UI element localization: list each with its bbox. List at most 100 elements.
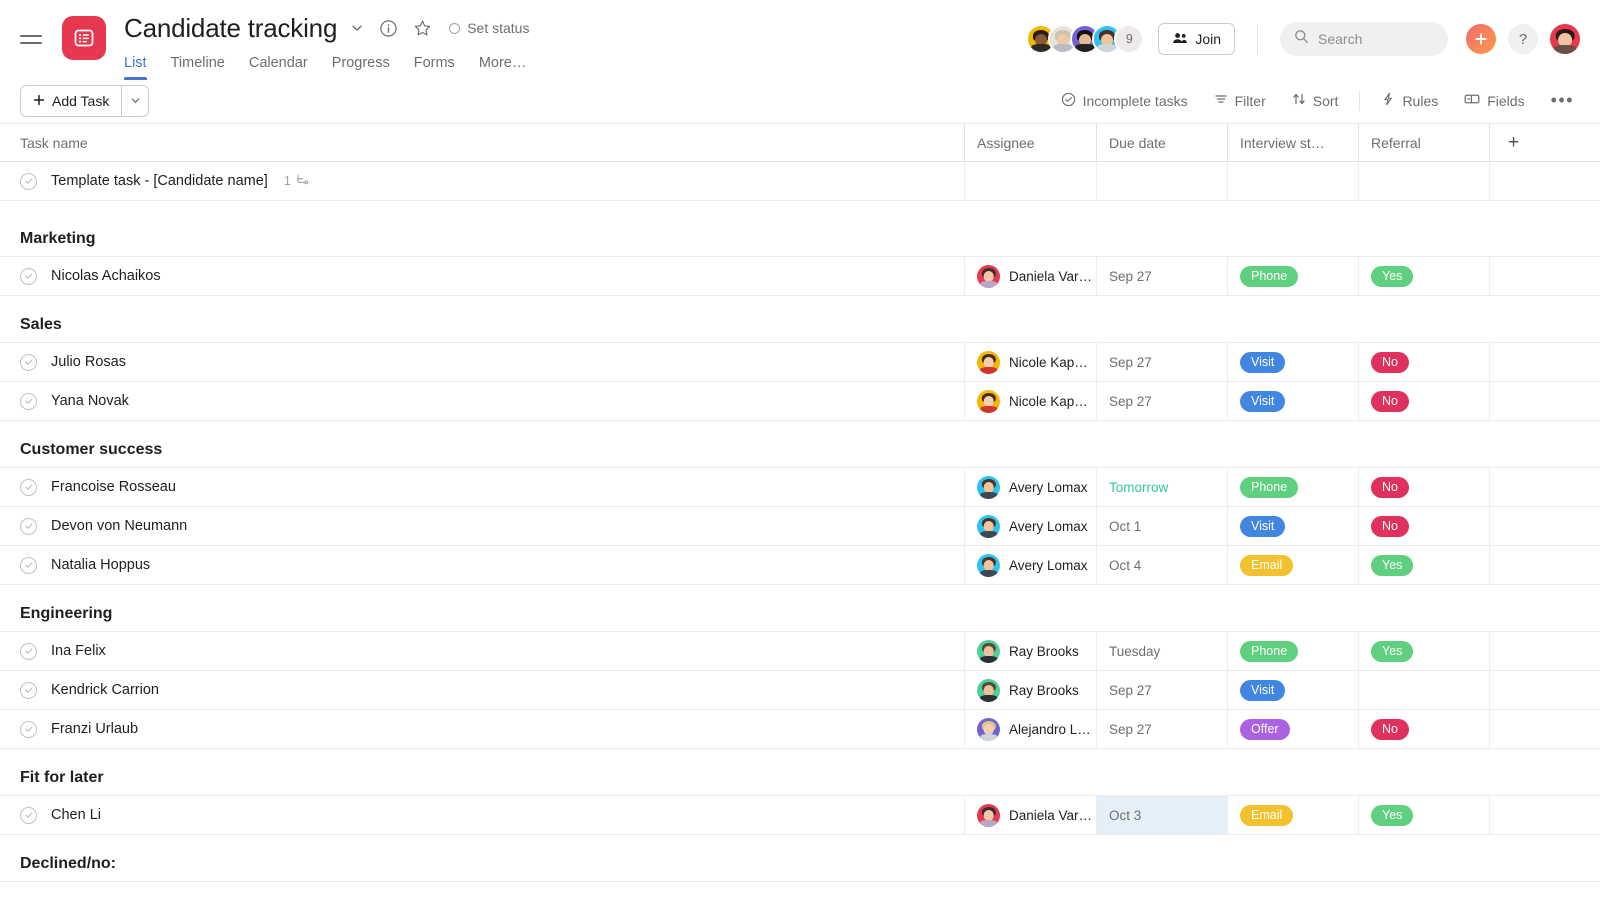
referral-cell[interactable]: No <box>1359 343 1490 381</box>
table-row[interactable]: Devon von Neumann Avery Lomax Oct 1 Visit No <box>0 507 1600 546</box>
interview-status-cell[interactable] <box>1228 162 1359 200</box>
referral-cell[interactable]: Yes <box>1359 257 1490 295</box>
due-date-cell[interactable]: Sep 27 <box>1097 382 1228 420</box>
interview-status-cell[interactable]: Phone <box>1228 468 1359 506</box>
column-header-due-date[interactable]: Due date <box>1097 124 1228 161</box>
add-column-button[interactable]: + <box>1490 124 1600 161</box>
task-name-cell[interactable]: Ina Felix <box>0 632 965 670</box>
task-name-cell[interactable]: Julio Rosas <box>0 343 965 381</box>
task-name-cell[interactable]: Template task - [Candidate name] 1 <box>0 162 965 200</box>
complete-task-icon[interactable] <box>20 720 37 738</box>
star-icon[interactable] <box>411 17 433 39</box>
tab-calendar[interactable]: Calendar <box>249 55 308 80</box>
table-row[interactable]: Francoise Rosseau Avery Lomax Tomorrow Phon… <box>0 468 1600 507</box>
member-avatars[interactable]: 9 <box>1026 24 1145 54</box>
referral-cell[interactable]: No <box>1359 382 1490 420</box>
interview-status-cell[interactable]: Visit <box>1228 507 1359 545</box>
table-row[interactable]: Template task - [Candidate name] 1 <box>0 162 1600 201</box>
account-avatar[interactable] <box>1550 24 1580 54</box>
table-row[interactable]: Chen Li Daniela Var… Oct 3 Email Yes <box>0 796 1600 835</box>
referral-cell[interactable]: No <box>1359 468 1490 506</box>
table-row[interactable]: Natalia Hoppus Avery Lomax Oct 4 Email Yes <box>0 546 1600 585</box>
section-header[interactable]: Sales <box>0 296 1600 343</box>
interview-status-cell[interactable]: Phone <box>1228 257 1359 295</box>
table-row[interactable]: Nicolas Achaikos Daniela Var… Sep 27 Phone Y… <box>0 257 1600 296</box>
due-date-cell[interactable]: Oct 3 <box>1097 796 1228 834</box>
section-header[interactable]: Declined/no: <box>0 835 1600 882</box>
interview-status-cell[interactable]: Offer <box>1228 710 1359 748</box>
referral-cell[interactable]: No <box>1359 710 1490 748</box>
list-project-icon[interactable] <box>62 16 106 60</box>
complete-task-icon[interactable] <box>20 681 37 699</box>
table-row[interactable]: Kendrick Carrion Ray Brooks Sep 27 Visit <box>0 671 1600 710</box>
due-date-cell[interactable]: Sep 27 <box>1097 710 1228 748</box>
due-date-cell[interactable]: Sep 27 <box>1097 257 1228 295</box>
column-header-assignee[interactable]: Assignee <box>965 124 1097 161</box>
hamburger-icon[interactable] <box>20 26 46 52</box>
table-row[interactable]: Julio Rosas Nicole Kap… Sep 27 Visit No <box>0 343 1600 382</box>
task-name-cell[interactable]: Natalia Hoppus <box>0 546 965 584</box>
complete-task-icon[interactable] <box>20 642 37 660</box>
assignee-cell[interactable]: Avery Lomax <box>965 468 1097 506</box>
info-circle-icon[interactable] <box>377 17 399 39</box>
complete-task-icon[interactable] <box>20 517 37 535</box>
tab-forms[interactable]: Forms <box>414 55 455 80</box>
assignee-cell[interactable]: Daniela Var… <box>965 796 1097 834</box>
table-row[interactable]: Yana Novak Nicole Kap… Sep 27 Visit No <box>0 382 1600 421</box>
section-header[interactable]: Fit for later <box>0 749 1600 796</box>
interview-status-cell[interactable]: Visit <box>1228 382 1359 420</box>
assignee-cell[interactable]: Avery Lomax <box>965 507 1097 545</box>
sort-button[interactable]: Sort <box>1279 86 1352 116</box>
due-date-cell[interactable]: Oct 1 <box>1097 507 1228 545</box>
assignee-cell[interactable]: Nicole Kap… <box>965 343 1097 381</box>
section-header[interactable]: Engineering <box>0 585 1600 632</box>
section-header[interactable]: Marketing <box>0 201 1600 257</box>
join-button[interactable]: Join <box>1158 23 1235 55</box>
column-header-interview-status[interactable]: Interview st… <box>1228 124 1359 161</box>
interview-status-cell[interactable]: Phone <box>1228 632 1359 670</box>
tab-list[interactable]: List <box>124 55 147 80</box>
interview-status-cell[interactable]: Email <box>1228 796 1359 834</box>
referral-cell[interactable]: Yes <box>1359 632 1490 670</box>
due-date-cell[interactable]: Oct 4 <box>1097 546 1228 584</box>
filter-button[interactable]: Filter <box>1201 86 1279 116</box>
add-task-button[interactable]: Add Task <box>20 84 122 117</box>
referral-cell[interactable]: Yes <box>1359 796 1490 834</box>
table-row[interactable]: Franzi Urlaub Alejandro L… Sep 27 Offer No <box>0 710 1600 749</box>
due-date-cell[interactable]: Tomorrow <box>1097 468 1228 506</box>
assignee-cell[interactable]: Ray Brooks <box>965 632 1097 670</box>
interview-status-cell[interactable]: Visit <box>1228 343 1359 381</box>
toolbar-overflow-button[interactable]: ••• <box>1538 90 1580 111</box>
complete-task-icon[interactable] <box>20 172 37 190</box>
tab-timeline[interactable]: Timeline <box>171 55 225 80</box>
fields-button[interactable]: Fields <box>1451 86 1537 116</box>
task-name-cell[interactable]: Kendrick Carrion <box>0 671 965 709</box>
complete-task-icon[interactable] <box>20 478 37 496</box>
due-date-cell[interactable]: Tuesday <box>1097 632 1228 670</box>
task-name-cell[interactable]: Franzi Urlaub <box>0 710 965 748</box>
assignee-cell[interactable] <box>965 162 1097 200</box>
tab-more[interactable]: More… <box>479 55 527 80</box>
add-task-dropdown[interactable] <box>121 84 150 117</box>
referral-cell[interactable]: Yes <box>1359 546 1490 584</box>
quick-add-button[interactable] <box>1466 24 1496 54</box>
interview-status-cell[interactable]: Email <box>1228 546 1359 584</box>
due-date-cell[interactable]: Sep 27 <box>1097 671 1228 709</box>
task-name-cell[interactable]: Nicolas Achaikos <box>0 257 965 295</box>
task-name-cell[interactable]: Devon von Neumann <box>0 507 965 545</box>
column-header-task-name[interactable]: Task name <box>0 124 965 161</box>
tab-progress[interactable]: Progress <box>332 55 390 80</box>
help-button[interactable]: ? <box>1508 24 1538 54</box>
table-row[interactable]: Ina Felix Ray Brooks Tuesday Phone Yes <box>0 632 1600 671</box>
complete-task-icon[interactable] <box>20 556 37 574</box>
referral-cell[interactable] <box>1359 671 1490 709</box>
task-name-cell[interactable]: Francoise Rosseau <box>0 468 965 506</box>
referral-cell[interactable] <box>1359 162 1490 200</box>
member-overflow-count[interactable]: 9 <box>1114 24 1145 54</box>
due-date-cell[interactable] <box>1097 162 1228 200</box>
incomplete-tasks-filter[interactable]: Incomplete tasks <box>1048 86 1201 116</box>
interview-status-cell[interactable]: Visit <box>1228 671 1359 709</box>
assignee-cell[interactable]: Ray Brooks <box>965 671 1097 709</box>
complete-task-icon[interactable] <box>20 806 37 824</box>
section-header[interactable]: Customer success <box>0 421 1600 468</box>
